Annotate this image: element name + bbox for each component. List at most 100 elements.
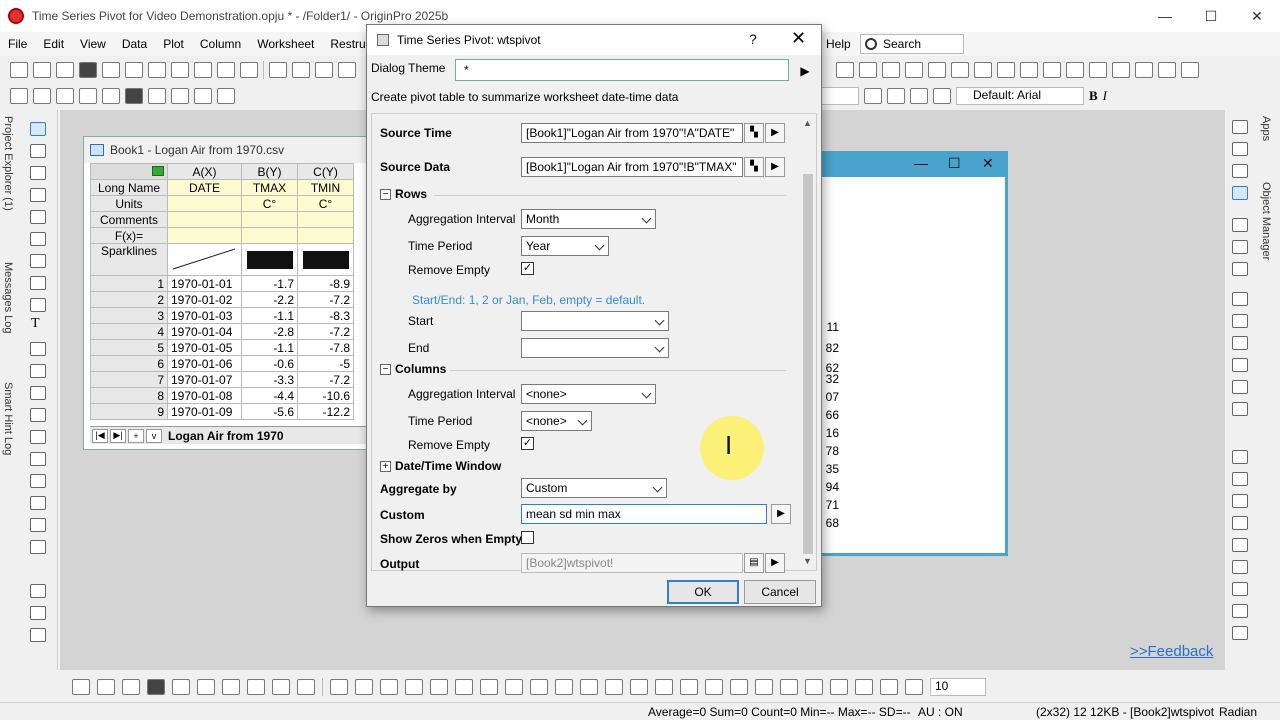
tmin-cell[interactable]: -8.3 <box>297 307 354 324</box>
toolbar-icon[interactable] <box>1232 186 1248 200</box>
toolbar-icon[interactable] <box>380 679 398 695</box>
column-plot-icon[interactable] <box>147 679 165 695</box>
dialog-theme-input[interactable]: * <box>455 59 789 81</box>
data-cursor-icon[interactable] <box>30 232 46 246</box>
row-number[interactable]: 3 <box>90 307 168 324</box>
row-number[interactable]: 6 <box>90 355 168 372</box>
toolbar-icon[interactable] <box>530 679 548 695</box>
toolbar-icon[interactable] <box>605 679 623 695</box>
cancel-button[interactable]: Cancel <box>744 580 816 604</box>
sparkline-c[interactable] <box>297 243 354 276</box>
data-reader-icon[interactable] <box>30 210 46 224</box>
toolbar-icon[interactable] <box>1232 358 1248 372</box>
start-select[interactable] <box>521 311 669 331</box>
row-number[interactable]: 9 <box>90 403 168 420</box>
toolbar-icon[interactable] <box>1232 314 1248 328</box>
tmin-cell[interactable]: -7.2 <box>297 371 354 388</box>
toolbar-icon[interactable] <box>405 679 423 695</box>
date-cell[interactable]: 1970-01-01 <box>167 275 242 292</box>
toolbar-icon[interactable] <box>805 679 823 695</box>
line-symbol-icon[interactable] <box>122 679 140 695</box>
tmin-cell[interactable]: -8.9 <box>297 275 354 292</box>
next-sheet-button[interactable]: ▶| <box>110 428 126 443</box>
toolbar-icon[interactable] <box>910 88 928 104</box>
sheet-corner[interactable] <box>90 163 168 180</box>
toolbar-icon[interactable] <box>125 88 143 104</box>
toolbar-icon[interactable] <box>194 88 212 104</box>
end-select[interactable] <box>521 338 669 358</box>
italic-button[interactable]: I <box>1103 88 1107 104</box>
rows-remove-empty-checkbox[interactable]: ✓ <box>521 262 534 275</box>
row-number[interactable]: 7 <box>90 371 168 388</box>
new-layout-icon[interactable] <box>148 62 166 78</box>
open-template-icon[interactable] <box>292 62 310 78</box>
dialog-help-button[interactable]: ? <box>749 31 757 47</box>
new-graph-icon[interactable] <box>102 62 120 78</box>
scroll-up-arrow[interactable]: ▲ <box>803 118 812 128</box>
book2-cell[interactable]: 78 <box>825 444 839 459</box>
aggregate-by-select[interactable]: Custom <box>521 478 667 498</box>
toolbar-icon[interactable] <box>355 679 373 695</box>
toolbar-icon[interactable] <box>1232 240 1248 254</box>
row-number[interactable]: 2 <box>90 291 168 308</box>
dialog-close-button[interactable]: ✕ <box>791 28 806 49</box>
rows-aggregation-interval-select[interactable]: Month <box>521 209 656 229</box>
toolbar-icon[interactable] <box>217 88 235 104</box>
toolbar-icon[interactable] <box>1232 494 1248 508</box>
output-input[interactable]: [Book2]wtspivot! <box>521 553 743 573</box>
scrollbar-thumb[interactable] <box>803 174 813 554</box>
candlestick-icon[interactable] <box>272 679 290 695</box>
row-number[interactable]: 1 <box>90 275 168 292</box>
menu-worksheet[interactable]: Worksheet <box>249 37 322 51</box>
menu-data[interactable]: Data <box>114 37 155 51</box>
insert-graph-icon[interactable] <box>30 474 46 488</box>
back-arrow-icon[interactable] <box>10 88 28 104</box>
toolbar-icon[interactable] <box>1232 380 1248 394</box>
toolbar-icon[interactable] <box>1232 292 1248 306</box>
toolbar-icon[interactable] <box>780 679 798 695</box>
undo-icon[interactable] <box>148 88 166 104</box>
toolbar-icon[interactable] <box>1232 262 1248 276</box>
toolbar-icon[interactable] <box>1232 450 1248 464</box>
menu-file[interactable]: File <box>0 37 35 51</box>
date-cell[interactable]: 1970-01-03 <box>167 307 242 324</box>
tmax-cell[interactable]: -4.4 <box>241 387 298 404</box>
toolbar-icon[interactable] <box>505 679 523 695</box>
book1-window[interactable]: Book1 - Logan Air from 1970.csv A(X) B(Y… <box>83 136 373 450</box>
custom-menu-button[interactable]: ▶ <box>771 504 791 524</box>
toolbar-icon[interactable] <box>1181 62 1199 78</box>
columns-aggregation-interval-select[interactable]: <none> <box>521 384 656 404</box>
fx-cell[interactable] <box>167 227 242 244</box>
toolbar-icon[interactable] <box>1232 472 1248 486</box>
toolbar-icon[interactable] <box>430 679 448 695</box>
row-number[interactable]: 8 <box>90 387 168 404</box>
font-combo[interactable]: Default: Arial <box>956 87 1084 105</box>
toolbar-icon[interactable] <box>480 679 498 695</box>
sparkline-a[interactable] <box>167 243 242 276</box>
book2-cell[interactable]: 35 <box>825 462 839 477</box>
template-library-icon[interactable] <box>297 679 315 695</box>
bar-chart-icon[interactable] <box>1043 62 1061 78</box>
source-data-input[interactable]: [Book1]"Logan Air from 1970"!B"TMAX" <box>521 157 743 177</box>
tmin-cell[interactable]: -10.6 <box>297 387 354 404</box>
new-folder-icon[interactable] <box>33 62 51 78</box>
custom-stats-input[interactable]: mean sd min max <box>521 504 767 524</box>
tmax-cell[interactable]: -5.6 <box>241 403 298 420</box>
book2-grid[interactable]: 11 82 62 32 07 66 16 78 35 94 71 68 <box>821 177 1005 553</box>
region-icon[interactable] <box>30 276 46 290</box>
object-manager-tab[interactable]: Object Manager <box>1260 182 1272 260</box>
toolbar-icon[interactable] <box>1066 62 1084 78</box>
table-tool-icon[interactable] <box>30 342 46 356</box>
toolbar-icon[interactable] <box>880 679 898 695</box>
long-name-cell[interactable]: TMAX <box>241 179 298 196</box>
toolbar-icon[interactable] <box>56 88 74 104</box>
datetime-window-expand-toggle[interactable]: + <box>380 461 391 472</box>
mask-icon[interactable] <box>30 254 46 268</box>
book2-cell[interactable]: 82 <box>825 341 839 356</box>
tmin-cell[interactable]: -5 <box>297 355 354 372</box>
maximize-button[interactable]: ☐ <box>1188 0 1234 32</box>
draw-data-icon[interactable] <box>30 298 46 312</box>
list-icon[interactable] <box>30 584 46 598</box>
search-input[interactable]: Search <box>860 34 964 54</box>
new-matrix-icon[interactable] <box>79 62 97 78</box>
